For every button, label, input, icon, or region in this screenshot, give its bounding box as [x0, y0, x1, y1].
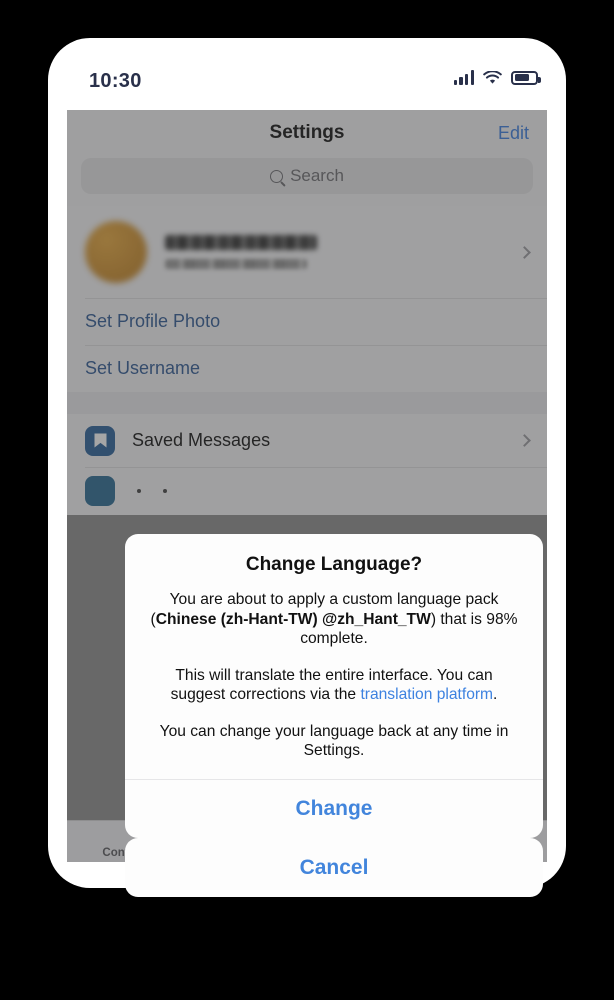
- dialog-p2-after: .: [493, 686, 498, 703]
- cancel-button[interactable]: Cancel: [125, 838, 543, 897]
- profile-phone-redacted: [165, 259, 307, 269]
- dialog-body: Change Language? You are about to apply …: [125, 534, 543, 779]
- obscured-icon: [85, 476, 115, 506]
- dialog-paragraph-2: This will translate the entire interface…: [147, 666, 521, 705]
- profile-card: Set Profile Photo Set Username: [67, 206, 547, 392]
- profile-row[interactable]: [67, 206, 547, 298]
- dialog-p1-bold: Chinese (zh-Hant-TW) @zh_Hant_TW: [155, 610, 431, 628]
- search-section: Search: [67, 158, 547, 206]
- signal-bars-icon: [453, 70, 474, 85]
- change-language-dialog: Change Language? You are about to apply …: [125, 534, 543, 838]
- avatar: [85, 221, 147, 283]
- nav-bar: Settings Edit: [67, 110, 547, 158]
- page-title: Settings: [269, 122, 345, 143]
- set-profile-photo-button[interactable]: Set Profile Photo: [67, 298, 547, 345]
- set-username-label: Set Username: [85, 358, 201, 378]
- dialog-paragraph-3: You can change your language back at any…: [159, 722, 509, 760]
- search-icon: [270, 169, 284, 183]
- wifi-icon: [483, 70, 502, 84]
- sidebar-item-saved-messages[interactable]: Saved Messages: [67, 414, 547, 467]
- dialog-paragraph-1: You are about to apply a custom language…: [147, 590, 521, 649]
- edit-button[interactable]: Edit: [498, 123, 529, 144]
- set-username-button[interactable]: Set Username: [67, 345, 547, 392]
- status-time: 10:30: [89, 70, 142, 92]
- obscured-dot: [137, 489, 141, 493]
- chevron-right-icon: [518, 245, 531, 259]
- saved-messages-card: Saved Messages: [67, 414, 547, 515]
- phone-frame: 10:30 Settings Edit Search Set Profile P…: [48, 38, 566, 897]
- section-gap: [67, 392, 547, 414]
- translation-platform-link[interactable]: translation platform: [360, 686, 493, 703]
- obscured-dot: [163, 489, 167, 493]
- bookmark-icon: [85, 425, 115, 456]
- dialog-title: Change Language?: [245, 554, 423, 575]
- saved-messages-label: Saved Messages: [132, 430, 271, 450]
- set-profile-photo-label: Set Profile Photo: [85, 311, 221, 331]
- change-button[interactable]: Change: [125, 780, 543, 838]
- search-placeholder: Search: [290, 166, 344, 185]
- profile-text: [165, 235, 317, 269]
- chevron-right-icon: [518, 434, 531, 447]
- obscured-row[interactable]: [67, 467, 547, 515]
- battery-icon: [511, 70, 541, 85]
- search-input[interactable]: Search: [81, 158, 533, 194]
- profile-name-redacted: [165, 235, 317, 250]
- status-icons: [453, 70, 541, 85]
- status-bar: 10:30: [48, 38, 566, 110]
